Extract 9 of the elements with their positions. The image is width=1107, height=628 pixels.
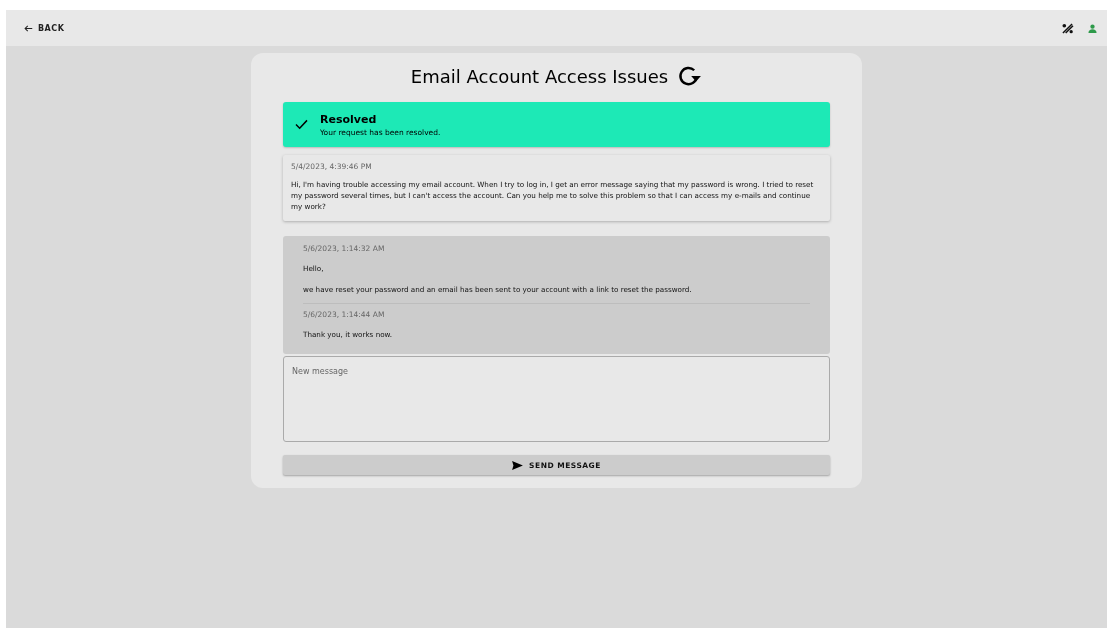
back-button[interactable]: BACK bbox=[22, 21, 67, 35]
slashed-percent-icon[interactable] bbox=[1061, 22, 1074, 34]
checkmark-icon bbox=[295, 119, 308, 130]
message-field[interactable]: New message bbox=[283, 356, 830, 442]
ticket-title: Email Account Access Issues bbox=[410, 65, 669, 87]
status-label: Resolved bbox=[320, 112, 378, 126]
arrow-left-icon bbox=[24, 23, 33, 33]
send-icon bbox=[512, 460, 524, 470]
person-icon[interactable] bbox=[1088, 23, 1097, 33]
